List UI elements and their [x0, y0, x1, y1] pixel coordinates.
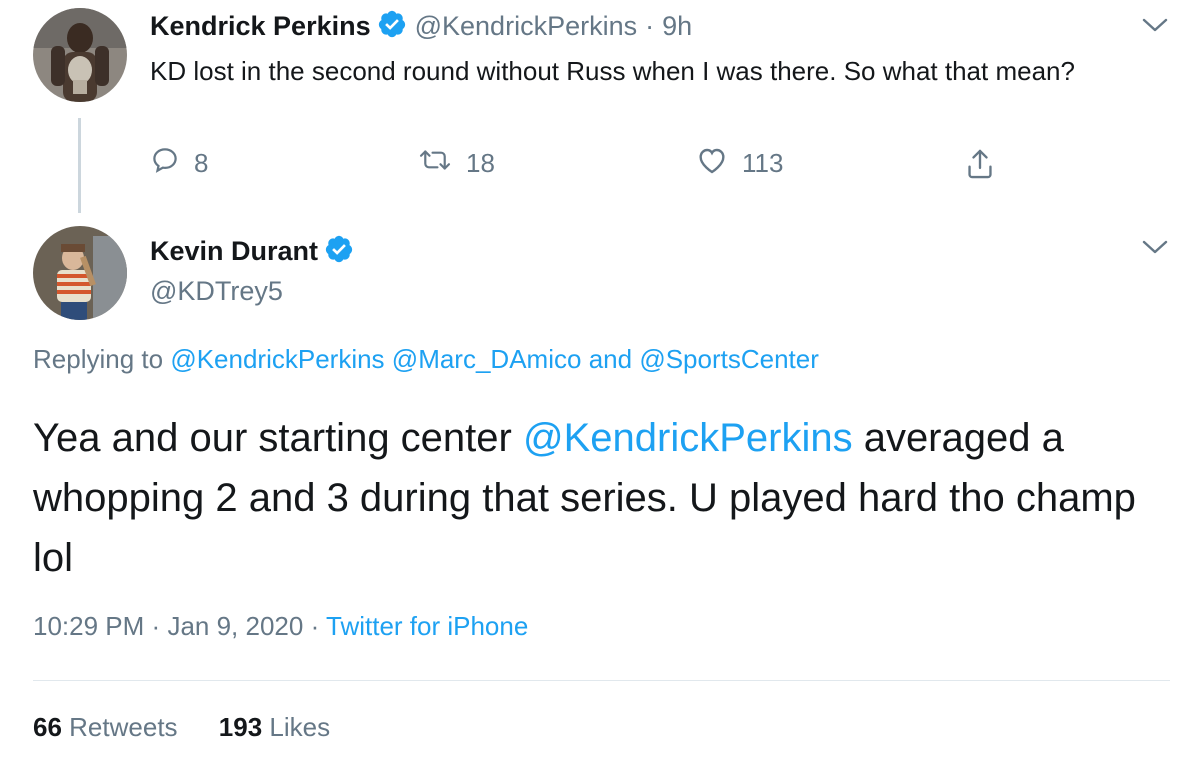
verified-badge-icon: [377, 9, 407, 44]
mention-marc-damico[interactable]: @Marc_DAmico: [392, 344, 582, 374]
reply-button[interactable]: 8: [150, 145, 208, 182]
like-count: 113: [742, 148, 784, 178]
avatar-kendrick-perkins[interactable]: [33, 8, 127, 102]
chevron-down-icon[interactable]: [1140, 236, 1170, 263]
main-author-name[interactable]: Kevin Durant: [150, 236, 318, 267]
divider: [33, 680, 1170, 681]
meta-dot: ·: [151, 611, 161, 641]
main-tweet-author: Kevin Durant: [150, 234, 354, 269]
parent-tweet-text: KD lost in the second round without Russ…: [150, 56, 1075, 86]
retweets-count: 66: [33, 712, 62, 742]
likes-stat[interactable]: 193 Likes: [219, 712, 330, 742]
retweet-count: 18: [466, 148, 495, 178]
replying-to-line: Replying to @KendrickPerkins @Marc_DAmic…: [33, 344, 819, 375]
replying-joiner[interactable]: and: [589, 344, 632, 374]
parent-time-ago[interactable]: 9h: [662, 11, 692, 42]
tweet-source-link[interactable]: Twitter for iPhone: [326, 611, 528, 641]
tweet-meta: 10:29 PM · Jan 9, 2020 · Twitter for iPh…: [33, 611, 528, 642]
parent-author-name[interactable]: Kendrick Perkins: [150, 11, 371, 42]
reply-count: 8: [194, 148, 209, 178]
retweet-button[interactable]: 18: [418, 145, 495, 182]
likes-label: Likes: [269, 712, 331, 742]
like-button[interactable]: 113: [696, 145, 783, 182]
reply-icon: [150, 145, 194, 182]
meta-dot: ·: [310, 611, 320, 641]
replying-prefix: Replying to: [33, 344, 164, 374]
tweet-time[interactable]: 10:29 PM: [33, 611, 144, 641]
avatar-kevin-durant[interactable]: [33, 226, 127, 320]
main-author-handle[interactable]: @KDTrey5: [150, 276, 283, 307]
retweets-label: Retweets: [69, 712, 178, 742]
verified-badge-icon: [324, 234, 354, 269]
mention-sportscenter[interactable]: @SportsCenter: [639, 344, 819, 374]
likes-count: 193: [218, 712, 263, 742]
tweet-stats: 66 Retweets 193 Likes: [33, 712, 330, 743]
heart-icon: [696, 145, 742, 182]
parent-tweet-header: Kendrick Perkins @KendrickPerkins · 9h: [150, 8, 692, 44]
share-icon: [964, 147, 1010, 188]
main-tweet-text: Yea and our starting center @KendrickPer…: [33, 408, 1173, 588]
share-button[interactable]: [964, 147, 1010, 188]
main-text-mention[interactable]: @KendrickPerkins: [523, 416, 853, 460]
main-text-before: Yea and our starting center: [33, 416, 523, 460]
thread-connector-line: [78, 118, 81, 213]
tweet-date[interactable]: Jan 9, 2020: [167, 611, 303, 641]
header-separator: ·: [645, 10, 655, 41]
mention-kendrickperkins[interactable]: @KendrickPerkins: [170, 344, 384, 374]
retweet-icon: [418, 145, 466, 182]
retweets-stat[interactable]: 66 Retweets: [33, 712, 178, 742]
parent-author-handle[interactable]: @KendrickPerkins: [415, 11, 638, 42]
chevron-down-icon[interactable]: [1140, 14, 1170, 41]
